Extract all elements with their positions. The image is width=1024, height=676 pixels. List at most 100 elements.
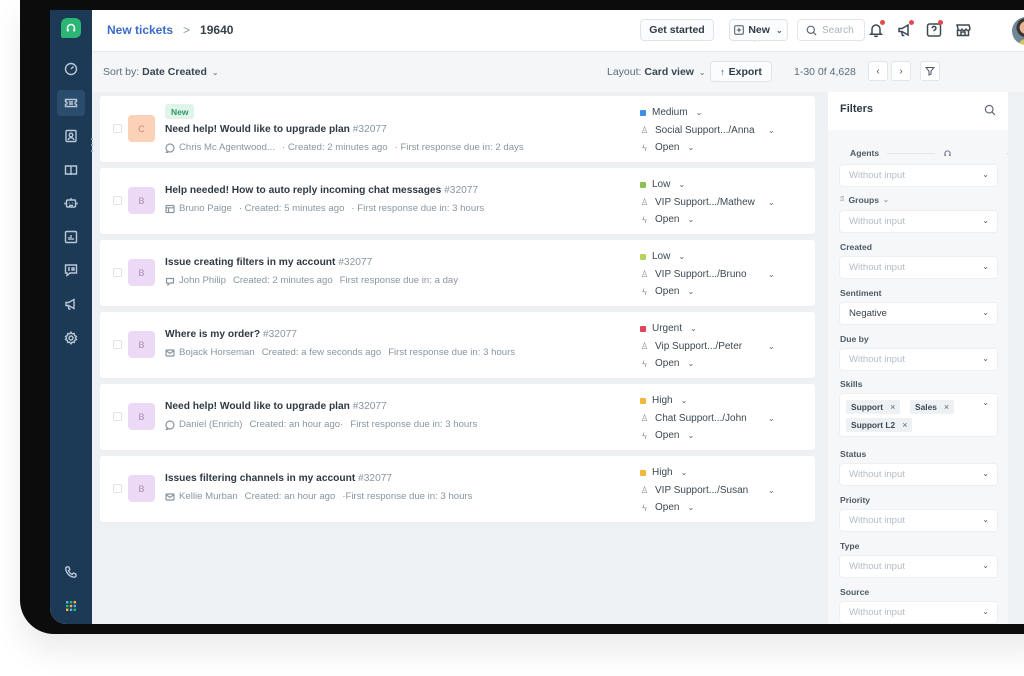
priority-dropdown[interactable]: Urgent ⌄	[640, 323, 697, 334]
activity-icon: ϟ	[642, 142, 647, 153]
priority-dropdown[interactable]: High ⌄	[640, 467, 687, 478]
export-button[interactable]: ↑ Export	[710, 61, 772, 82]
status-dropdown[interactable]: ϟ Open ⌄	[640, 142, 694, 153]
ticket-card[interactable]: B Help needed! How to auto reply incomin…	[100, 168, 815, 234]
requester-name[interactable]: Daniel (Enrich)	[179, 419, 242, 430]
chevron-down-icon: ⌄	[982, 469, 989, 478]
more-options-handle[interactable]	[91, 138, 94, 152]
group-agent-dropdown[interactable]: ♙ VIP Support.../Susan ⌄	[640, 485, 774, 496]
sidebar-item-campaigns[interactable]	[57, 291, 85, 317]
sort-dropdown[interactable]: Sort by: Date Created ⌄	[103, 66, 219, 78]
group-agent-dropdown[interactable]: ♙ VIP Support.../Mathew ⌄	[640, 197, 774, 208]
chevron-down-icon: ⌄	[687, 287, 695, 296]
requester-name[interactable]: John Philip	[179, 275, 226, 286]
portal-icon	[165, 204, 175, 213]
marketplace-button[interactable]	[954, 21, 972, 39]
sidebar-item-apps[interactable]	[57, 593, 85, 619]
created-time: · Created: 2 minutes ago	[281, 142, 388, 153]
previous-page-button[interactable]: ‹	[868, 61, 888, 81]
created-select[interactable]: Without input ⌄	[840, 257, 997, 278]
search-icon[interactable]	[984, 104, 996, 116]
sidebar-item-phone[interactable]	[57, 559, 85, 585]
ticket-title[interactable]: Need help! Would like to upgrade plan #3…	[165, 124, 387, 135]
skill-chip-label: Support	[851, 402, 884, 412]
breadcrumb-new-tickets[interactable]: New tickets	[107, 23, 173, 37]
ticket-title[interactable]: Help needed! How to auto reply incoming …	[165, 185, 478, 196]
notifications-button[interactable]	[867, 20, 885, 39]
remove-chip-icon[interactable]: ×	[944, 402, 949, 412]
priority-value: Urgent	[652, 323, 683, 334]
status-dropdown[interactable]: ϟ Open ⌄	[640, 358, 694, 369]
filter-toggle-button[interactable]	[920, 61, 940, 81]
sidebar-item-settings[interactable]	[57, 325, 85, 351]
filter-label-agents: Agents ⌄	[850, 148, 1012, 158]
groups-value: Without input	[849, 216, 905, 227]
ticket-card[interactable]: B Where is my order? #32077 Bojack Horse…	[100, 312, 815, 378]
ticket-checkbox[interactable]	[113, 412, 122, 421]
contact-card-icon	[65, 129, 77, 143]
get-started-button[interactable]: Get started	[640, 19, 714, 41]
group-agent-dropdown[interactable]: ♙ Vip Support.../Peter ⌄	[640, 341, 774, 352]
ticket-checkbox[interactable]	[113, 124, 122, 133]
status-dropdown[interactable]: ϟ Open ⌄	[640, 286, 694, 297]
sidebar-item-contacts[interactable]	[57, 123, 85, 149]
ticket-card[interactable]: B Need help! Would like to upgrade plan …	[100, 384, 815, 450]
ticket-card[interactable]: B Issue creating filters in my account #…	[100, 240, 815, 306]
remove-chip-icon[interactable]: ×	[890, 402, 895, 412]
sidebar-item-bots[interactable]	[57, 190, 85, 216]
ticket-title[interactable]: Need help! Would like to upgrade plan #3…	[165, 401, 387, 412]
ticket-meta: Chris Mc Agentwood... · Created: 2 minut…	[165, 142, 524, 153]
status-dropdown[interactable]: ϟ Open ⌄	[640, 214, 694, 225]
requester-name[interactable]: Bojack Horseman	[179, 347, 255, 358]
brand-logo[interactable]	[61, 18, 81, 38]
next-page-button[interactable]: ›	[891, 61, 911, 81]
sidebar-item-knowledge-base[interactable]	[57, 157, 85, 183]
type-select[interactable]: Without input ⌄	[840, 556, 997, 577]
status-select[interactable]: Without input ⌄	[840, 464, 997, 485]
chevron-down-icon: ⌄	[687, 215, 695, 224]
search-input[interactable]: Search	[797, 19, 865, 41]
ticket-checkbox[interactable]	[113, 268, 122, 277]
new-button[interactable]: New ⌄	[729, 19, 788, 41]
priority-dropdown[interactable]: Medium ⌄	[640, 107, 702, 118]
status-value: Open	[655, 358, 680, 369]
sentiment-select[interactable]: Negative ⌄	[840, 303, 997, 324]
upload-arrow-icon: ↑	[720, 66, 725, 77]
requester-name[interactable]: Chris Mc Agentwood...	[179, 142, 275, 153]
requester-name[interactable]: Bruno Paige	[179, 203, 232, 214]
avatar-letter: B	[138, 411, 145, 422]
skills-multiselect[interactable]: Support × Sales × Support L2 × ⌄	[840, 394, 997, 436]
ticket-title[interactable]: Issues filtering channels in my account …	[165, 473, 392, 484]
sidebar-item-dashboard[interactable]	[57, 56, 85, 82]
agents-select[interactable]: Without input ⌄	[840, 165, 997, 186]
priority-select[interactable]: Without input ⌄	[840, 510, 997, 531]
group-agent-dropdown[interactable]: ♙ Chat Support.../John ⌄	[640, 413, 774, 424]
layout-dropdown[interactable]: Layout: Card view ⌄	[607, 66, 706, 78]
ticket-card[interactable]: C New Need help! Would like to upgrade p…	[100, 96, 815, 162]
announcements-button[interactable]	[896, 20, 914, 39]
sidebar-item-chat[interactable]	[57, 257, 85, 283]
requester-name[interactable]: Kellie Murban	[179, 491, 238, 502]
sidebar-item-tickets[interactable]	[57, 90, 85, 116]
groups-select[interactable]: Without input ⌄	[840, 211, 997, 232]
user-avatar[interactable]	[1012, 17, 1024, 45]
source-select[interactable]: Without input ⌄	[840, 602, 997, 623]
ticket-card[interactable]: B Issues filtering channels in my accoun…	[100, 456, 815, 522]
due-by-select[interactable]: Without input ⌄	[840, 349, 997, 370]
group-agent-dropdown[interactable]: ♙ VIP Support.../Bruno ⌄	[640, 269, 774, 280]
status-dropdown[interactable]: ϟ Open ⌄	[640, 502, 694, 513]
ticket-title[interactable]: Where is my order? #32077	[165, 329, 297, 340]
ticket-title[interactable]: Issue creating filters in my account #32…	[165, 257, 372, 268]
ticket-checkbox[interactable]	[113, 484, 122, 493]
remove-chip-icon[interactable]: ×	[902, 420, 907, 430]
priority-dropdown[interactable]: Low ⌄	[640, 179, 685, 190]
priority-dropdown[interactable]: High ⌄	[640, 395, 687, 406]
help-button[interactable]	[925, 20, 943, 39]
sidebar-item-analytics[interactable]	[57, 224, 85, 250]
status-dropdown[interactable]: ϟ Open ⌄	[640, 430, 694, 441]
ticket-checkbox[interactable]	[113, 340, 122, 349]
group-agent-dropdown[interactable]: ♙ Social Support.../Anna ⌄	[640, 125, 774, 136]
created-time: Created: a few seconds ago	[261, 347, 382, 358]
priority-dropdown[interactable]: Low ⌄	[640, 251, 685, 262]
ticket-checkbox[interactable]	[113, 196, 122, 205]
